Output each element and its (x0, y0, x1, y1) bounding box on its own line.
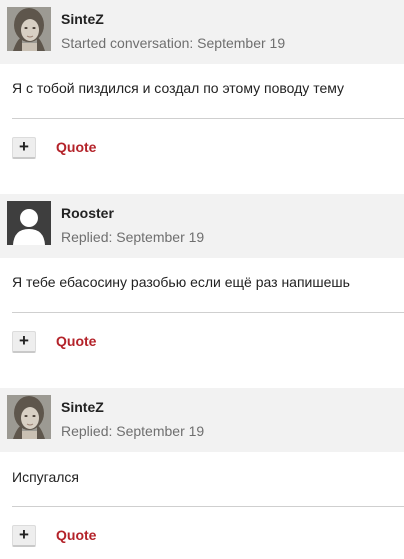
user-photo-avatar[interactable] (7, 7, 51, 51)
post-meta: Replied: September 19 (61, 423, 205, 439)
divider (12, 312, 404, 313)
post-header: SinteZ Replied: September 19 (0, 388, 404, 452)
post-meta: Started conversation: September 19 (61, 35, 286, 51)
post-header: Rooster Replied: September 19 (0, 194, 404, 258)
author-name[interactable]: Rooster (61, 205, 114, 221)
author-name[interactable]: SinteZ (61, 399, 104, 415)
quote-link[interactable]: Quote (56, 139, 96, 155)
post-meta: Replied: September 19 (61, 229, 205, 245)
default-user-avatar[interactable] (7, 201, 51, 245)
divider (12, 506, 404, 507)
author-name[interactable]: SinteZ (61, 11, 104, 27)
plus-button[interactable]: + (12, 525, 36, 547)
plus-button[interactable]: + (12, 137, 36, 159)
quote-link[interactable]: Quote (56, 333, 96, 349)
post-header: SinteZ Started conversation: September 1… (0, 0, 404, 64)
post-text: Испугался (12, 469, 79, 485)
post-text: Я с тобой пиздился и создал по этому пов… (12, 80, 345, 96)
post-text: Я тебе ебасосину разобью если ещё раз на… (12, 274, 350, 290)
divider (12, 118, 404, 119)
quote-link[interactable]: Quote (56, 527, 96, 543)
plus-button[interactable]: + (12, 331, 36, 353)
user-photo-avatar[interactable] (7, 395, 51, 439)
